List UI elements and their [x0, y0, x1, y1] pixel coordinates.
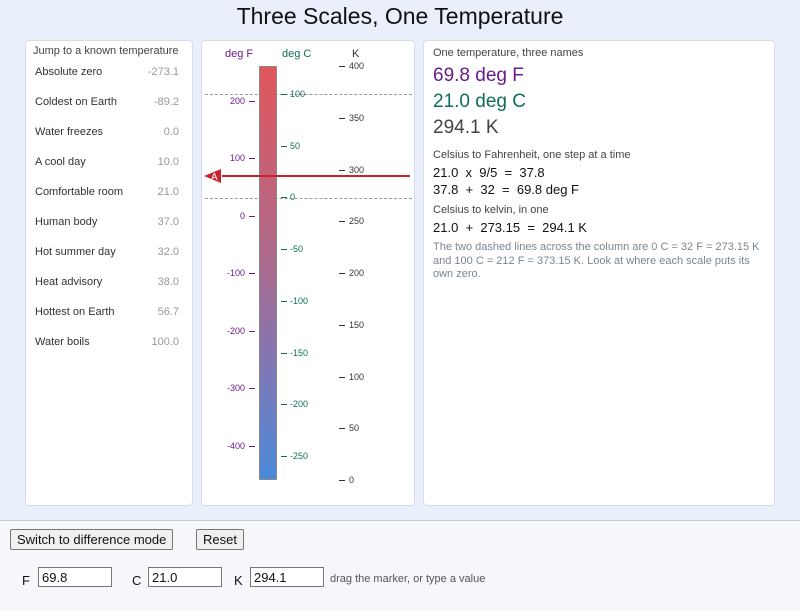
preset-item[interactable]: Human body 37.0: [26, 212, 192, 242]
kelvin-input[interactable]: [250, 567, 324, 587]
thermometer-panel: deg F deg C K 200 100 0 -100 -200 -300 -400 100…: [201, 40, 415, 506]
kelvin-field-label: K: [234, 573, 243, 588]
c-to-k-step: 21.0 + 273.15 = 294.1 K: [433, 220, 587, 235]
preset-value: 32.0: [157, 246, 179, 258]
preset-label: Hot summer day: [35, 246, 116, 258]
celsius-field-label: C: [132, 573, 142, 588]
preset-label: A cool day: [35, 156, 86, 168]
preset-heading: Jump to a known temperature: [33, 45, 179, 57]
preset-item[interactable]: A cool day 10.0: [26, 152, 192, 182]
preset-value: 10.0: [157, 156, 179, 168]
preset-value: 0.0: [163, 126, 179, 138]
preset-label: Water boils: [35, 336, 90, 348]
dashed-lines-note: The two dashed lines across the column a…: [433, 241, 760, 280]
preset-label: Hottest on Earth: [35, 306, 115, 318]
kelvin-readout: 294.1 K: [433, 117, 499, 138]
preset-item[interactable]: Water freezes 0.0: [26, 122, 192, 152]
preset-label: Coldest on Earth: [35, 96, 117, 108]
preset-value: 100.0: [151, 336, 179, 348]
fahrenheit-readout: 69.8 deg F: [433, 65, 524, 86]
control-bar: Switch to difference mode Reset F C K dr…: [0, 520, 800, 611]
preset-value: -273.1: [147, 66, 179, 78]
temperature-marker[interactable]: A: [202, 41, 416, 507]
fahrenheit-input[interactable]: [38, 567, 112, 587]
preset-label: Absolute zero: [35, 66, 103, 78]
celsius-readout: 21.0 deg C: [433, 91, 526, 112]
page-title: Three Scales, One Temperature: [236, 3, 564, 29]
reset-button[interactable]: Reset: [196, 529, 244, 550]
c-to-f-heading: Celsius to Fahrenheit, one step at a tim…: [433, 149, 631, 161]
preset-item[interactable]: Absolute zero -273.1: [26, 62, 192, 92]
c-to-f-step-2: 37.8 + 32 = 69.8 deg F: [433, 182, 579, 197]
fahrenheit-field-label: F: [22, 573, 30, 588]
preset-label: Comfortable room: [35, 186, 124, 198]
preset-value: 21.0: [157, 186, 179, 198]
preset-value: 56.7: [157, 306, 179, 318]
readout-panel: One temperature, three names 69.8 deg F …: [423, 40, 775, 506]
preset-value: -89.2: [153, 96, 179, 108]
preset-item[interactable]: Water boils 100.0: [26, 332, 192, 362]
preset-panel: Jump to a known temperature Absolute zer…: [25, 40, 193, 506]
preset-value: 38.0: [157, 276, 179, 288]
c-to-k-heading: Celsius to kelvin, in one: [433, 204, 549, 216]
preset-item[interactable]: Hot summer day 32.0: [26, 242, 192, 272]
difference-mode-button[interactable]: Switch to difference mode: [10, 529, 174, 550]
preset-value: 37.0: [157, 216, 179, 228]
preset-item[interactable]: Heat advisory 38.0: [26, 272, 192, 302]
input-hint: drag the marker, or type a value: [330, 573, 486, 585]
preset-label: Water freezes: [35, 126, 104, 138]
readout-heading: One temperature, three names: [433, 47, 584, 59]
celsius-input[interactable]: [148, 567, 222, 587]
preset-label: Human body: [35, 216, 98, 228]
preset-item[interactable]: Hottest on Earth 56.7: [26, 302, 192, 332]
c-to-f-step-1: 21.0 x 9/5 = 37.8: [433, 165, 545, 180]
preset-item[interactable]: Coldest on Earth -89.2: [26, 92, 192, 122]
preset-item[interactable]: Comfortable room 21.0: [26, 182, 192, 212]
preset-label: Heat advisory: [35, 276, 103, 288]
marker-label: A: [211, 172, 218, 183]
